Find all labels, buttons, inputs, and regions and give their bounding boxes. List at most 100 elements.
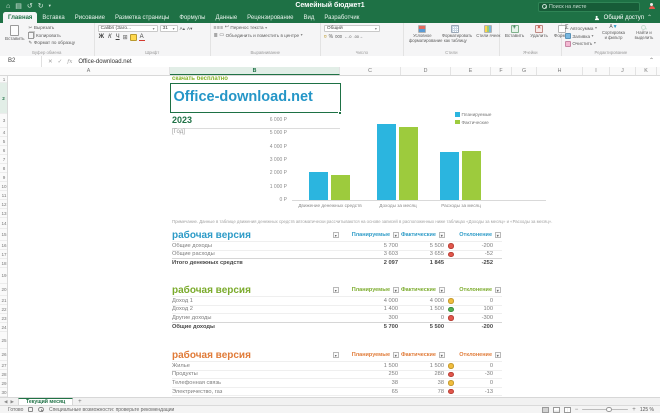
row-header-21[interactable]: 21: [0, 296, 7, 305]
row-header-7[interactable]: 7: [0, 155, 7, 164]
row-header-22[interactable]: 22: [0, 305, 7, 314]
row-header-17[interactable]: 17: [0, 250, 7, 259]
row-header-10[interactable]: 10: [0, 182, 7, 191]
chart-bar-fact[interactable]: [331, 175, 350, 200]
conditional-formatting-button[interactable]: Условное форматирование: [407, 25, 442, 43]
row-header-28[interactable]: 28: [0, 370, 7, 379]
row-header-26[interactable]: 26: [0, 349, 7, 361]
row-header-30[interactable]: 30: [0, 388, 7, 397]
confirm-entry-icon[interactable]: ✓: [58, 59, 63, 65]
table-row[interactable]: Доход 2 1 400 1 500 100: [172, 304, 502, 314]
fill-button[interactable]: Заливка ▾: [564, 33, 597, 40]
col-header-K[interactable]: K: [636, 67, 657, 75]
row-header-14[interactable]: 14: [0, 218, 7, 229]
macro-record-icon[interactable]: [28, 407, 34, 412]
row-header-15[interactable]: 15: [0, 229, 7, 241]
filter-button[interactable]: ▾: [332, 286, 339, 293]
search-input[interactable]: Поиск на листе: [538, 1, 640, 12]
tab-rt1[interactable]: Вставка: [37, 12, 69, 23]
row-header-23[interactable]: 23: [0, 314, 7, 323]
find-select-button[interactable]: Найти и выделить: [630, 25, 658, 40]
row-header-3[interactable]: 3: [0, 114, 7, 128]
filter-button[interactable]: ▾: [494, 351, 501, 358]
add-sheet-icon[interactable]: +: [73, 399, 87, 405]
row-header-9[interactable]: 9: [0, 173, 7, 182]
font-color-button[interactable]: А: [138, 34, 145, 41]
row-header-27[interactable]: 27: [0, 361, 7, 370]
chart-bar-plan[interactable]: [377, 124, 396, 200]
table-row[interactable]: Итого денежных средств 2 097 1 845 -252: [172, 258, 502, 267]
table-row[interactable]: Другие доходы 300 0 -300: [172, 313, 502, 322]
decrease-decimal-icon[interactable]: .00→: [353, 34, 363, 39]
sort-filter-button[interactable]: А▼ Сортировка и фильтр: [599, 24, 628, 40]
underline-button[interactable]: Ч: [115, 34, 121, 40]
tab-rt4[interactable]: Формулы: [174, 12, 210, 23]
sheet-canvas[interactable]: скачать бесплатно Office-download.net 20…: [8, 76, 660, 397]
increase-decimal-icon[interactable]: ←.0: [344, 34, 351, 39]
autosum-button[interactable]: Σ Автосумма ▾: [565, 25, 597, 32]
zoom-slider-thumb[interactable]: [606, 406, 612, 413]
tab-rt6[interactable]: Рецензирование: [242, 12, 298, 23]
row-header-25[interactable]: 25: [0, 332, 7, 349]
page-break-view-icon[interactable]: [563, 406, 571, 413]
table-row[interactable]: Доход 1 4 000 4 000 0: [172, 296, 502, 305]
collapse-ribbon-icon[interactable]: ⌃: [647, 14, 652, 21]
formula-value[interactable]: Office-download.net: [78, 59, 131, 65]
font-size-select[interactable]: 31 ▾: [159, 25, 178, 32]
accessibility-text[interactable]: Специальные возможности: проверьте реком…: [49, 407, 174, 413]
table-row[interactable]: Электричество, газ 65 78 -13: [172, 386, 502, 396]
filter-button[interactable]: ▾: [494, 286, 501, 293]
collapse-formula-bar-icon[interactable]: ⌃: [649, 56, 654, 67]
bold-button[interactable]: Ж: [98, 34, 105, 40]
name-box[interactable]: B2: [0, 56, 42, 67]
row-header-2[interactable]: 2: [0, 83, 7, 114]
col-header-A[interactable]: A: [8, 67, 170, 75]
zoom-slider[interactable]: [582, 406, 629, 413]
delete-cells-button[interactable]: Удалить: [528, 25, 550, 39]
col-header-D[interactable]: D: [401, 67, 451, 75]
row-header-12[interactable]: 12: [0, 200, 7, 209]
merge-center-button[interactable]: ▭ Объединить и поместить в центре ▾: [219, 32, 302, 39]
normal-view-icon[interactable]: [541, 406, 549, 413]
insert-function-icon[interactable]: fx: [67, 59, 72, 65]
filter-button[interactable]: ▾: [332, 351, 339, 358]
accessibility-icon[interactable]: [38, 406, 44, 413]
row-header-11[interactable]: 11: [0, 191, 7, 200]
format-as-table-button[interactable]: Форматировать как таблицу: [440, 25, 472, 43]
selected-cell-b2[interactable]: Office-download.net: [169, 82, 341, 113]
filter-button[interactable]: ▾: [392, 286, 399, 293]
tab-rt2[interactable]: Рисование: [70, 12, 110, 23]
fill-color-icon[interactable]: [129, 33, 137, 41]
insert-cells-button[interactable]: Вставить: [503, 25, 526, 39]
align-icons[interactable]: ≡ ≡ ≡: [214, 25, 224, 31]
next-sheet-icon[interactable]: ▶: [10, 399, 13, 405]
zoom-in-icon[interactable]: +: [632, 407, 636, 413]
cancel-entry-icon[interactable]: ✕: [48, 59, 53, 65]
col-header-F[interactable]: F: [491, 67, 512, 75]
row-header-24[interactable]: 24: [0, 323, 7, 332]
row-header-29[interactable]: 29: [0, 379, 7, 388]
table-row[interactable]: Общие расходы 3 603 3 655 -52: [172, 249, 502, 259]
italic-button[interactable]: К: [107, 34, 113, 40]
chart-bar-fact[interactable]: [462, 151, 481, 200]
format-painter-button[interactable]: ✎ Формат по образцу: [28, 40, 75, 45]
row-header-19[interactable]: 19: [0, 268, 7, 284]
col-header-E[interactable]: E: [451, 67, 491, 75]
row-header-8[interactable]: 8: [0, 164, 7, 173]
col-header-J[interactable]: J: [610, 67, 636, 75]
row-header-6[interactable]: 6: [0, 146, 7, 155]
tab-rt8[interactable]: Разработчик: [319, 12, 364, 23]
tab-rt5[interactable]: Данные: [210, 12, 242, 23]
tab-rt3[interactable]: Разметка страницы: [110, 12, 174, 23]
row-header-13[interactable]: 13: [0, 209, 7, 218]
filter-button[interactable]: ▾: [438, 231, 445, 238]
filter-button[interactable]: ▾: [438, 286, 445, 293]
zoom-level[interactable]: 125 %: [640, 407, 654, 413]
borders-icon[interactable]: ⊞: [123, 34, 128, 41]
row-header-16[interactable]: 16: [0, 241, 7, 250]
filter-button[interactable]: ▾: [392, 231, 399, 238]
filter-button[interactable]: ▾: [494, 231, 501, 238]
chart-bar-fact[interactable]: [399, 126, 418, 200]
number-format-select[interactable]: Общий ▾: [323, 25, 380, 32]
year-placeholder[interactable]: [Год]: [172, 129, 185, 135]
